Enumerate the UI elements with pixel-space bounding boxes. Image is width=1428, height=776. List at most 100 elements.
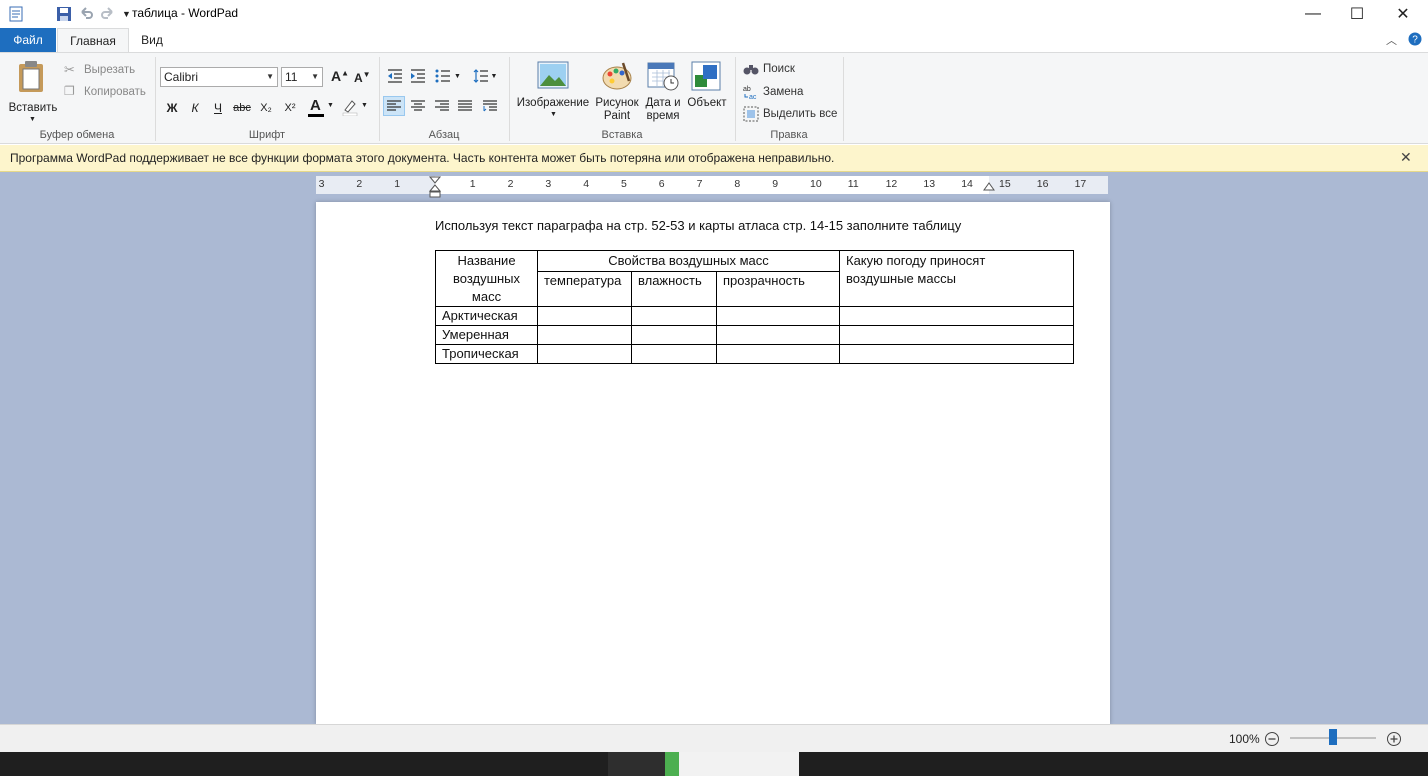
font-size-select[interactable]: 11 ▼ bbox=[281, 67, 323, 87]
table-cell[interactable] bbox=[537, 344, 632, 364]
header-name-line3: масс bbox=[471, 289, 502, 304]
italic-button[interactable]: К bbox=[184, 97, 206, 119]
superscript-button[interactable]: X² bbox=[279, 97, 301, 119]
table-cell[interactable] bbox=[839, 344, 1074, 364]
subscript-button[interactable]: X₂ bbox=[255, 97, 277, 119]
maximize-button[interactable]: ☐ bbox=[1334, 0, 1380, 28]
bullets-button[interactable]: ▼ bbox=[432, 66, 464, 86]
zoom-slider-thumb[interactable] bbox=[1329, 729, 1337, 745]
insert-group-label: Вставка bbox=[601, 129, 643, 141]
table-cell[interactable] bbox=[839, 306, 1074, 326]
help-icon[interactable]: ? bbox=[1408, 32, 1422, 46]
table-cell[interactable] bbox=[631, 306, 717, 326]
wordpad-app-icon[interactable] bbox=[8, 6, 24, 22]
ruler-text-area bbox=[435, 176, 989, 194]
minimize-button[interactable]: — bbox=[1290, 0, 1336, 28]
table-cell[interactable] bbox=[537, 325, 632, 345]
right-indent-marker-icon[interactable] bbox=[983, 182, 995, 194]
customize-qat-chevron-icon[interactable]: ▼ bbox=[122, 9, 131, 19]
copy-label: Копировать bbox=[84, 86, 146, 98]
insert-paint-drawing-button[interactable]: Рисунок Paint bbox=[594, 59, 640, 123]
replace-button[interactable]: ab ac Замена bbox=[743, 84, 803, 100]
cut-button[interactable]: ✂ Вырезать bbox=[64, 62, 135, 78]
undo-icon[interactable] bbox=[78, 6, 94, 22]
highlight-button[interactable]: ▼ bbox=[340, 97, 370, 119]
table-cell[interactable] bbox=[716, 306, 840, 326]
header-weather[interactable]: Какую погоду приносят воздушные массы bbox=[839, 250, 1074, 307]
window-title: таблица - WordPad bbox=[132, 6, 239, 20]
header-weather-line1: Какую погоду приносят bbox=[846, 253, 986, 268]
font-color-button[interactable]: A ▼ bbox=[306, 97, 336, 119]
decrease-indent-button[interactable] bbox=[384, 66, 406, 86]
font-color-label: A bbox=[310, 97, 321, 114]
header-name-line1: Название bbox=[457, 253, 516, 268]
collapse-ribbon-chevron-icon[interactable]: ︿ bbox=[1386, 32, 1397, 48]
save-icon[interactable] bbox=[56, 6, 72, 22]
header-temperature[interactable]: температура bbox=[537, 270, 632, 308]
tab-view[interactable]: Вид bbox=[132, 28, 172, 52]
align-right-button[interactable] bbox=[431, 96, 453, 116]
zoom-out-icon[interactable] bbox=[1264, 731, 1280, 747]
row-name-cell[interactable]: Арктическая bbox=[435, 306, 538, 326]
info-bar-close-icon[interactable]: ✕ bbox=[1400, 149, 1412, 166]
table-cell[interactable] bbox=[631, 344, 717, 364]
font-family-select[interactable]: Calibri ▼ bbox=[160, 67, 278, 87]
paragraph-icon bbox=[483, 100, 497, 112]
shrink-font-button[interactable]: A▼ bbox=[354, 70, 371, 85]
close-button[interactable]: ✕ bbox=[1380, 0, 1426, 28]
svg-text:ac: ac bbox=[749, 94, 757, 100]
justify-icon bbox=[458, 100, 472, 111]
strikethrough-button[interactable]: abc bbox=[231, 97, 253, 119]
tab-file[interactable]: Файл bbox=[0, 28, 56, 52]
table-cell[interactable] bbox=[716, 325, 840, 345]
increase-indent-button[interactable] bbox=[407, 66, 429, 86]
paste-button[interactable]: Вставить ▼ bbox=[8, 59, 57, 123]
header-air-mass-name[interactable]: Название воздушных масс bbox=[435, 250, 538, 307]
svg-text:?: ? bbox=[1412, 35, 1418, 46]
grow-font-button[interactable]: A▲ bbox=[331, 68, 349, 84]
highlighter-icon bbox=[342, 100, 358, 116]
header-properties[interactable]: Свойства воздушных масс bbox=[537, 250, 840, 272]
header-transparency[interactable]: прозрачность bbox=[716, 270, 840, 308]
paste-dropdown-chevron-icon[interactable]: ▼ bbox=[29, 116, 36, 123]
row-name-cell[interactable]: Тропическая bbox=[435, 344, 538, 364]
table-cell[interactable] bbox=[716, 344, 840, 364]
align-left-button[interactable] bbox=[383, 96, 405, 116]
horizontal-ruler[interactable]: 3 2 1 1 2 3 4 5 6 7 8 9 10 11 12 13 14 15 16 17 bbox=[316, 176, 1108, 198]
svg-text:ab: ab bbox=[743, 86, 751, 93]
underline-button[interactable]: Ч bbox=[207, 97, 229, 119]
table-cell[interactable] bbox=[631, 325, 717, 345]
justify-button[interactable] bbox=[454, 96, 476, 116]
bold-button[interactable]: Ж bbox=[161, 97, 183, 119]
insert-object-button[interactable]: Объект bbox=[686, 59, 728, 123]
table-cell[interactable] bbox=[839, 325, 1074, 345]
header-humidity[interactable]: влажность bbox=[631, 270, 717, 308]
instruction-text[interactable]: Используя текст параграфа на стр. 52-53 … bbox=[435, 218, 961, 233]
paragraph-settings-button[interactable] bbox=[479, 96, 501, 116]
ruler-number: 7 bbox=[696, 178, 703, 190]
paint-palette-icon bbox=[602, 62, 632, 90]
tab-home[interactable]: Главная bbox=[57, 28, 129, 53]
table-cell[interactable] bbox=[537, 306, 632, 326]
ruler-number: 6 bbox=[658, 178, 665, 190]
insert-date-time-button[interactable]: Дата и время bbox=[642, 59, 684, 123]
align-center-button[interactable] bbox=[407, 96, 429, 116]
header-weather-line2: воздушные массы bbox=[846, 271, 956, 286]
insert-image-button[interactable]: Изображение ▼ bbox=[514, 59, 592, 123]
air-masses-table[interactable]: Название воздушных масс Свойства воздушн… bbox=[435, 250, 1074, 364]
font-family-value: Calibri bbox=[164, 70, 199, 84]
copy-button[interactable]: ❐ Копировать bbox=[64, 84, 146, 100]
find-button[interactable]: Поиск bbox=[743, 62, 795, 76]
select-all-button[interactable]: Выделить все bbox=[743, 106, 837, 122]
first-line-indent-marker-icon[interactable] bbox=[429, 176, 441, 198]
redo-icon[interactable] bbox=[100, 6, 116, 22]
row-name-cell[interactable]: Умеренная bbox=[435, 325, 538, 345]
ruler-number: 17 bbox=[1074, 178, 1087, 190]
title-bar: ▼ таблица - WordPad — ☐ ✕ bbox=[0, 0, 1428, 28]
object-icon bbox=[691, 61, 721, 91]
group-divider bbox=[843, 57, 844, 141]
zoom-in-icon[interactable] bbox=[1386, 731, 1402, 747]
picture-icon bbox=[537, 61, 569, 89]
chevron-down-icon: ▼ bbox=[454, 72, 461, 80]
line-spacing-button[interactable]: ▼ bbox=[471, 66, 499, 86]
